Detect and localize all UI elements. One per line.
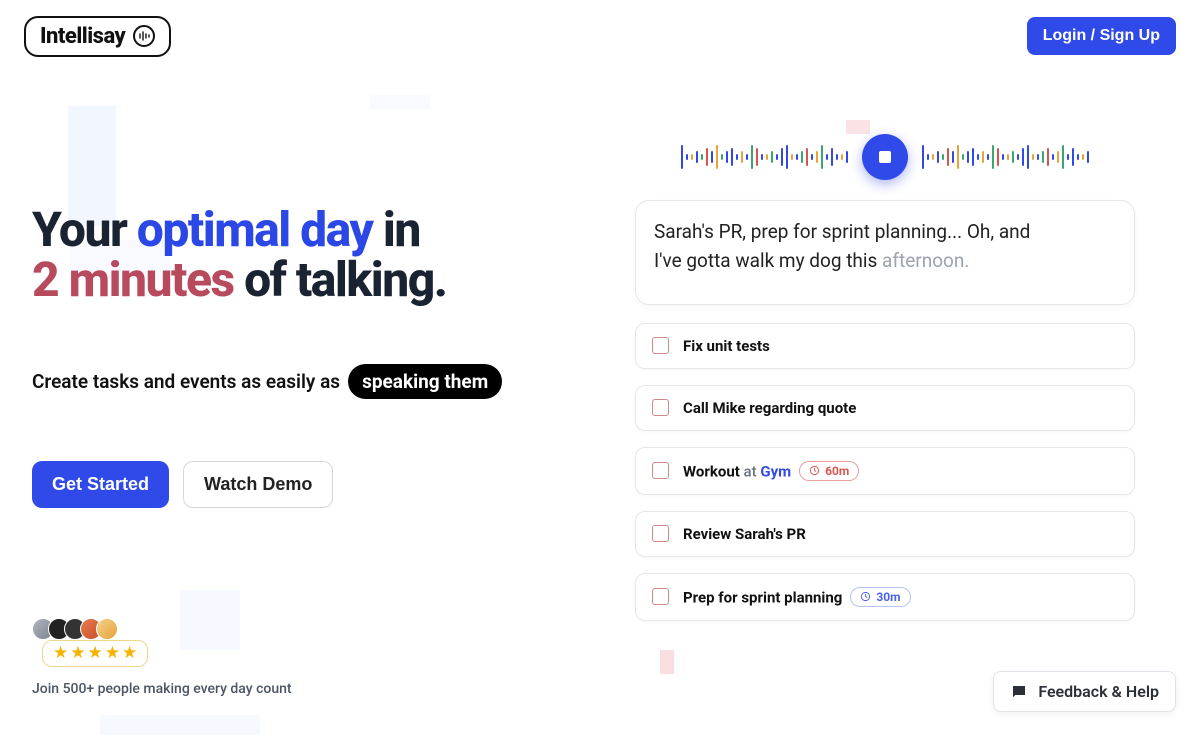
task-body: Workout at Gym60m: [683, 461, 859, 481]
audio-visualizer: [635, 130, 1135, 184]
get-started-button[interactable]: Get Started: [32, 461, 169, 508]
speech-wave-icon: [133, 25, 155, 47]
task-checkbox[interactable]: [652, 337, 669, 354]
feedback-label: Feedback & Help: [1038, 682, 1159, 701]
task-body: Review Sarah's PR: [683, 525, 806, 543]
hero-headline: Your optimal day in 2 minutes of talking…: [32, 205, 612, 306]
task-title: Prep for sprint planning: [683, 588, 842, 606]
transcript-box: Sarah's PR, prep for sprint planning... …: [635, 200, 1135, 305]
task-title: Fix unit tests: [683, 337, 770, 355]
task-row[interactable]: Fix unit tests: [635, 323, 1135, 369]
chat-icon: [1010, 683, 1028, 701]
watch-demo-button[interactable]: Watch Demo: [183, 461, 333, 508]
task-title: Review Sarah's PR: [683, 525, 806, 543]
brand-logo[interactable]: Intellisay: [24, 16, 171, 57]
login-signup-button[interactable]: Login / Sign Up: [1027, 17, 1176, 55]
rating-stars: ★★★★★: [42, 640, 148, 667]
hero-subline: Create tasks and events as easily as spe…: [32, 364, 612, 399]
brand-name: Intellisay: [40, 24, 125, 49]
task-place: Gym: [760, 462, 791, 480]
task-checkbox[interactable]: [652, 588, 669, 605]
stop-icon: [879, 151, 891, 163]
task-title: Workout: [683, 462, 740, 480]
sub-pill: speaking them: [348, 364, 502, 399]
task-checkbox[interactable]: [652, 462, 669, 479]
task-checkbox[interactable]: [652, 525, 669, 542]
task-body: Prep for sprint planning 30m: [683, 587, 911, 607]
record-stop-button[interactable]: [862, 134, 908, 180]
task-body: Fix unit tests: [683, 337, 770, 355]
task-body: Call Mike regarding quote: [683, 399, 856, 417]
clock-icon: [860, 591, 871, 602]
duration-chip: 60m: [799, 461, 859, 481]
task-title: Call Mike regarding quote: [683, 399, 856, 417]
user-avatars: [32, 618, 292, 640]
task-row[interactable]: Prep for sprint planning 30m: [635, 573, 1135, 621]
duration-chip: 30m: [850, 587, 910, 607]
task-list: Fix unit tests Call Mike regarding quote W…: [635, 323, 1135, 621]
feedback-help-button[interactable]: Feedback & Help: [993, 671, 1176, 712]
clock-icon: [809, 465, 820, 476]
social-proof-text: Join 500+ people making every day count: [32, 681, 292, 697]
task-row[interactable]: Call Mike regarding quote: [635, 385, 1135, 431]
task-row[interactable]: Review Sarah's PR: [635, 511, 1135, 557]
task-checkbox[interactable]: [652, 399, 669, 416]
task-row[interactable]: Workout at Gym60m: [635, 447, 1135, 495]
